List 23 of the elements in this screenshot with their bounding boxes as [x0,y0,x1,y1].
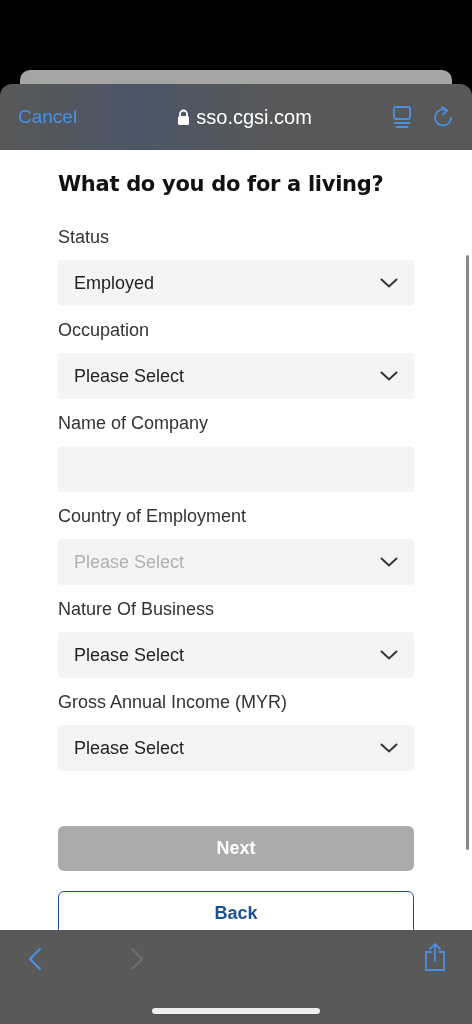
select-field[interactable]: Please Select [58,353,414,399]
chevron-down-icon [380,557,398,567]
reader-icon[interactable] [392,105,412,129]
chevron-down-icon [380,650,398,660]
lock-icon [177,109,191,125]
back-icon[interactable] [28,947,42,971]
chevron-down-icon [380,371,398,381]
reload-icon[interactable] [432,105,454,129]
field-label: Nature Of Business [58,598,216,620]
share-icon[interactable] [423,942,447,972]
field-label: Gross Annual Income (MYR) [58,691,289,713]
back-button[interactable]: Back [58,891,414,930]
field-label: Status [58,226,111,248]
form-title: What do you do for a living? [58,171,385,198]
select-field[interactable]: Please Select [58,725,414,771]
url-text: sso.cgsi.com [196,105,312,129]
chevron-down-icon [380,743,398,753]
chevron-down-icon [380,278,398,288]
select-field[interactable]: Employed [58,260,414,306]
select-field[interactable]: Please Select [58,632,414,678]
field-label: Occupation [58,319,151,341]
field-label: Name of Company [58,412,210,434]
field-label: Country of Employment [58,505,248,527]
